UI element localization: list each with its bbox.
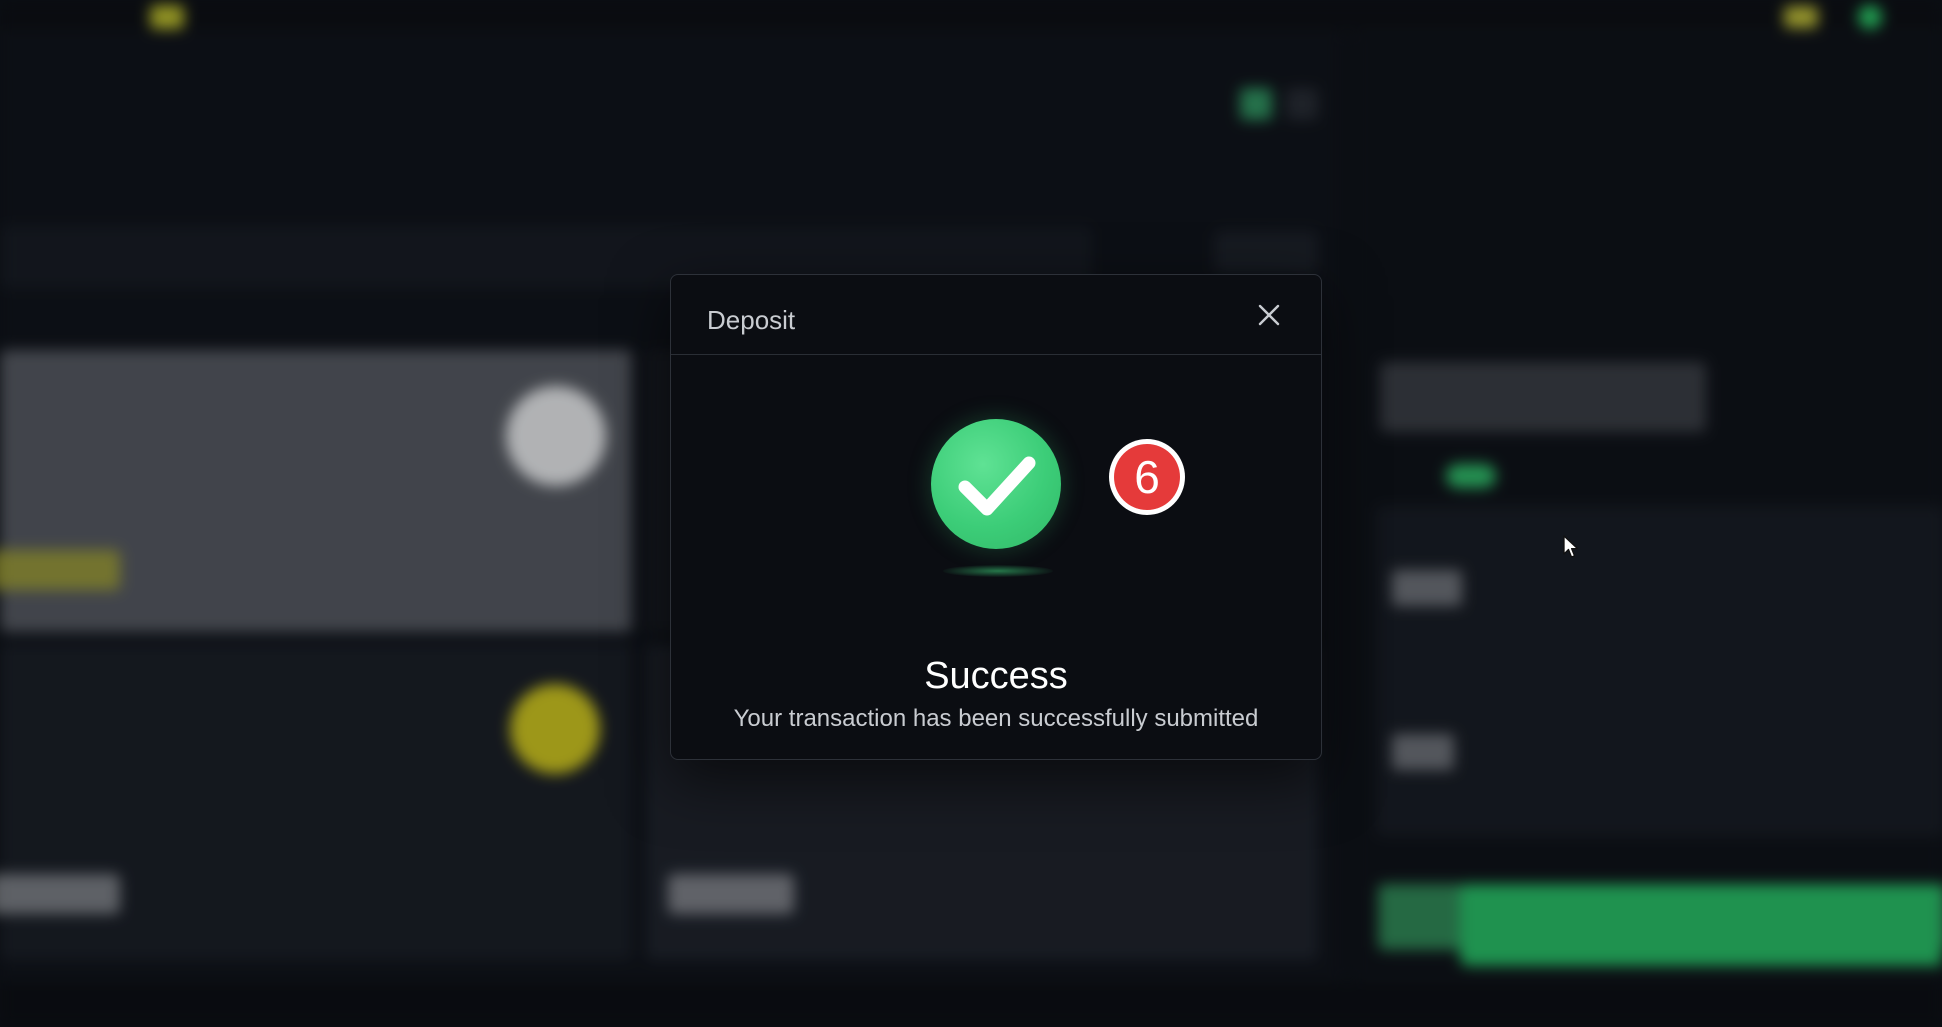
amount-input-area	[1376, 506, 1942, 836]
vault-details-panel	[1354, 34, 1942, 979]
grid-view-toggle	[1240, 88, 1272, 120]
receive-amount-blurred	[1392, 734, 1454, 770]
step-number-badge: 6	[1109, 439, 1185, 515]
vault-card	[0, 350, 632, 632]
success-title: Success	[924, 655, 1068, 697]
brand-badge	[150, 5, 184, 29]
mouse-pointer-icon	[1563, 535, 1579, 558]
vault-apy-blurred	[668, 874, 794, 914]
deposit-tab	[1380, 362, 1706, 432]
deposit-amount-blurred	[1392, 570, 1462, 606]
close-icon	[1258, 304, 1280, 326]
success-message: Your transaction has been successfully s…	[733, 705, 1259, 732]
top-navigation-bar	[0, 0, 1942, 34]
success-glow	[943, 565, 1053, 577]
token-coin-icon	[510, 684, 600, 774]
top-right-controls	[1784, 5, 1882, 29]
points-badge	[1784, 6, 1818, 28]
eth-coin-icon	[506, 386, 606, 486]
notification-toast	[1460, 884, 1942, 966]
token-toggle	[1446, 464, 1496, 488]
list-view-toggle	[1286, 88, 1318, 120]
close-button[interactable]	[1249, 295, 1289, 335]
deposit-modal: Deposit 6 Success Your transaction has b…	[670, 274, 1322, 760]
sort-select	[1214, 230, 1318, 274]
vault-apy-blurred	[0, 550, 120, 590]
vault-card	[0, 644, 632, 960]
network-status-dot	[1858, 5, 1882, 29]
vault-apy-blurred	[0, 874, 120, 914]
modal-title: Deposit	[707, 305, 796, 335]
step-number: 6	[1114, 444, 1180, 510]
page-footer	[0, 979, 1942, 1027]
modal-header: Deposit	[671, 275, 1321, 355]
checkmark-icon	[958, 456, 1036, 516]
success-check-circle	[931, 419, 1061, 549]
